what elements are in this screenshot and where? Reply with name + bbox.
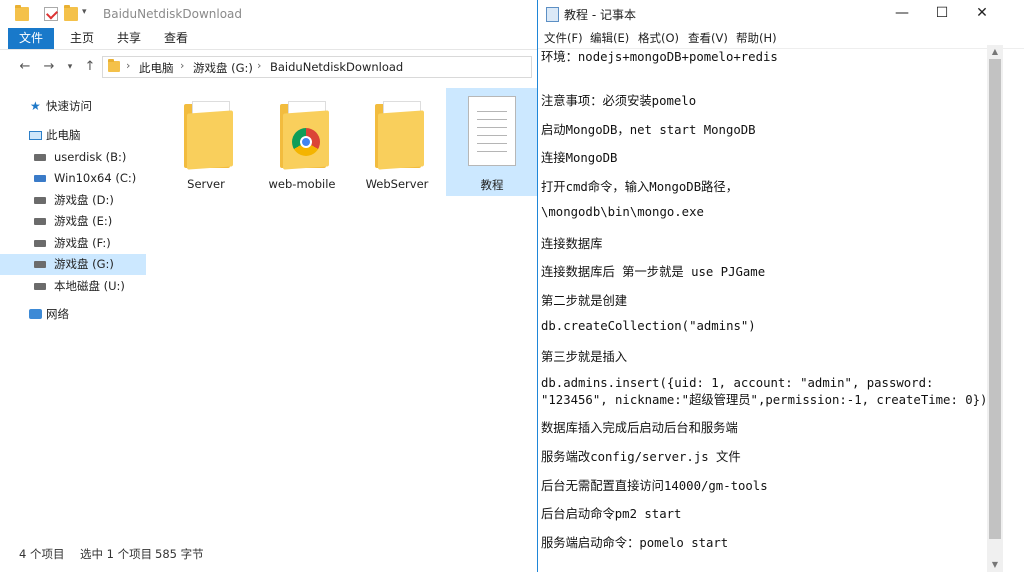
network-icon — [29, 309, 42, 319]
text-line: 环境：nodejs+mongoDB+pomelo+redis — [541, 50, 778, 64]
text-line: 后台无需配置直接访问14000/gm-tools — [541, 479, 768, 493]
recent-locations-icon[interactable]: ▾ — [62, 58, 78, 76]
notepad-window: 教程 - 记事本 — ☐ ✕ 文件(F) 编辑(E) 格式(O) 查看(V) 帮… — [537, 0, 1024, 572]
chevron-right-icon[interactable]: › — [180, 59, 184, 72]
nav-drive-u[interactable]: 本地磁盘 (U:) — [0, 276, 146, 297]
scroll-up-icon[interactable]: ▲ — [987, 45, 1003, 59]
nav-drive-d[interactable]: 游戏盘 (D:) — [0, 190, 146, 211]
notepad-icon — [546, 7, 559, 22]
status-bar: 4 个项目 选中 1 个项目 585 字节 — [0, 546, 537, 564]
item-count: 4 个项目 — [19, 547, 65, 561]
tab-file[interactable]: 文件 — [8, 28, 55, 49]
windows-drive-icon — [34, 175, 46, 182]
menu-help[interactable]: 帮助(H) — [736, 30, 777, 46]
text-editor[interactable]: 环境：nodejs+mongoDB+pomelo+redis 注意事项：必须安装… — [538, 45, 988, 572]
drive-icon — [34, 197, 46, 204]
nav-this-pc[interactable]: 此电脑 — [0, 125, 146, 146]
text-line: 第三步就是插入 — [541, 350, 628, 364]
file-item-tutorial[interactable]: 教程 — [446, 88, 538, 196]
text-line: 启动MongoDB，net start MongoDB — [541, 123, 756, 137]
nav-drive-b[interactable]: userdisk (B:) — [0, 147, 146, 168]
forward-arrow-icon[interactable]: → — [41, 58, 57, 76]
chevron-right-icon[interactable]: › — [257, 59, 261, 72]
menu-file[interactable]: 文件(F) — [544, 30, 583, 46]
file-item-web-mobile[interactable]: web-mobile — [256, 88, 348, 196]
text-line: 连接数据库 — [541, 237, 603, 251]
selected-size: 585 字节 — [155, 547, 204, 561]
window-title: BaiduNetdiskDownload — [103, 7, 243, 21]
nav-drive-f[interactable]: 游戏盘 (F:) — [0, 233, 146, 254]
ribbon-tabs: 文件 主页 共享 查看 — [0, 28, 537, 50]
window-title: 教程 - 记事本 — [564, 8, 636, 22]
folder-icon — [375, 98, 427, 170]
file-name: WebServer — [365, 177, 429, 191]
text-document-icon — [468, 96, 516, 166]
address-bar[interactable]: › 此电脑 › 游戏盘 (G:) › BaiduNetdiskDownload — [102, 56, 532, 78]
text-line: 注意事项：必须安装pomelo — [541, 94, 697, 108]
chrome-folder-icon — [280, 98, 332, 170]
drive-icon — [34, 283, 46, 290]
scroll-down-icon[interactable]: ▼ — [987, 558, 1003, 572]
folder-icon — [15, 5, 29, 21]
file-explorer-window: ▾ BaiduNetdiskDownload 文件 主页 共享 查看 ← → ▾… — [0, 0, 538, 572]
up-arrow-icon[interactable]: ↑ — [82, 58, 98, 76]
breadcrumb-current-folder[interactable]: BaiduNetdiskDownload — [270, 60, 403, 74]
scroll-thumb[interactable] — [989, 59, 1001, 539]
computer-icon — [29, 131, 42, 140]
selected-count: 选中 1 个项目 — [80, 547, 153, 561]
file-item-server[interactable]: Server — [160, 88, 252, 196]
nav-drive-e[interactable]: 游戏盘 (E:) — [0, 211, 146, 232]
nav-quick-access[interactable]: ★ 快速访问 — [0, 96, 146, 117]
new-folder-icon[interactable] — [64, 5, 78, 21]
properties-icon[interactable] — [44, 7, 59, 21]
drive-icon — [34, 240, 46, 247]
text-line: 服务端启动命令：pomelo start — [541, 536, 729, 550]
folder-icon — [184, 98, 236, 170]
drive-icon — [34, 218, 46, 225]
explorer-title-bar: ▾ BaiduNetdiskDownload — [0, 0, 537, 28]
drive-icon — [34, 261, 46, 268]
folder-icon — [108, 59, 120, 72]
back-arrow-icon[interactable]: ← — [17, 58, 33, 76]
file-name: Server — [187, 177, 225, 191]
customize-toolbar-icon[interactable]: ▾ — [82, 7, 96, 21]
text-line: 后台启动命令pm2 start — [541, 507, 682, 521]
nav-network[interactable]: 网络 — [0, 304, 146, 325]
menu-edit[interactable]: 编辑(E) — [590, 30, 629, 46]
text-line: 连接MongoDB — [541, 151, 618, 165]
text-line: 数据库插入完成后启动后台和服务端 — [541, 421, 738, 435]
tab-share[interactable]: 共享 — [104, 28, 154, 49]
address-bar-row: ← → ▾ ↑ › 此电脑 › 游戏盘 (G:) › BaiduNetdiskD… — [0, 54, 537, 80]
text-line: \mongodb\bin\mongo.exe — [541, 205, 704, 219]
drive-icon — [34, 154, 46, 161]
text-line: db.admins.insert({uid: 1, account: "admi… — [541, 376, 934, 390]
breadcrumb-drive-g[interactable]: 游戏盘 (G:) — [193, 60, 253, 76]
text-line: db.createCollection("admins") — [541, 319, 756, 333]
file-list: Server web-mobile WebServer 教程 — [148, 88, 538, 538]
text-line: "123456", nickname:"超级管理员",permission:-1… — [541, 393, 988, 407]
star-icon: ★ — [30, 99, 41, 113]
text-line: 连接数据库后 第一步就是 use PJGame — [541, 265, 766, 279]
menu-view[interactable]: 查看(V) — [688, 30, 728, 46]
text-line: 打开cmd命令，输入MongoDB路径， — [541, 180, 739, 194]
file-name: web-mobile — [268, 177, 336, 191]
chevron-right-icon[interactable]: › — [126, 59, 130, 72]
tab-view[interactable]: 查看 — [151, 28, 201, 49]
text-line: 服务端改config/server.js 文件 — [541, 450, 741, 464]
tab-home[interactable]: 主页 — [57, 28, 107, 49]
notepad-title-bar: 教程 - 记事本 — ☐ ✕ — [538, 0, 1024, 28]
breadcrumb-this-pc[interactable]: 此电脑 — [139, 60, 174, 76]
text-line: 第二步就是创建 — [541, 294, 628, 308]
menu-format[interactable]: 格式(O) — [638, 30, 679, 46]
file-name: 教程 — [480, 178, 504, 192]
navigation-pane: ★ 快速访问 此电脑 userdisk (B:) Win10x64 (C:) 游… — [0, 88, 148, 538]
close-button[interactable]: ✕ — [959, 0, 1005, 28]
vertical-scrollbar[interactable]: ▲ ▼ — [987, 45, 1003, 572]
nav-drive-c[interactable]: Win10x64 (C:) — [0, 168, 146, 189]
nav-drive-g[interactable]: 游戏盘 (G:) — [0, 254, 146, 275]
file-item-webserver[interactable]: WebServer — [351, 88, 443, 196]
